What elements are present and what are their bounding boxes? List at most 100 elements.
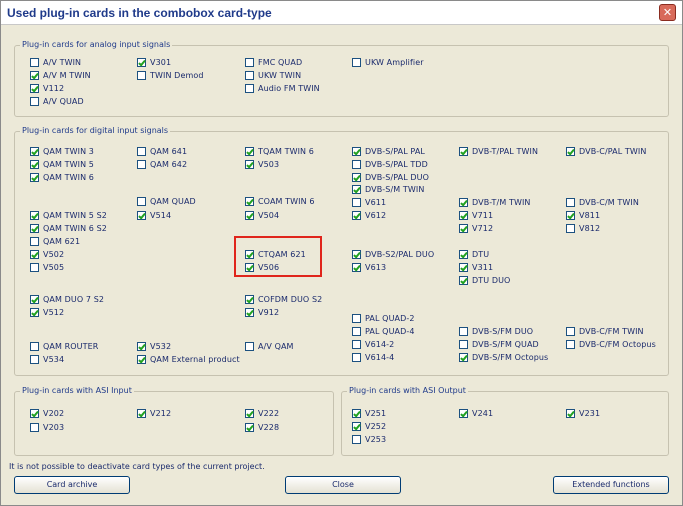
checkbox-box[interactable] — [352, 327, 361, 336]
checkbox-box[interactable] — [352, 422, 361, 431]
checkbox-box[interactable] — [30, 224, 39, 233]
checkbox-card[interactable]: DVB-S/PAL DUO — [352, 172, 429, 183]
checkbox-card[interactable]: PAL QUAD-4 — [352, 326, 415, 337]
checkbox-card[interactable]: V228 — [245, 422, 279, 433]
checkbox-box[interactable] — [245, 342, 254, 351]
checkbox-card[interactable]: V505 — [30, 262, 64, 273]
checkbox-card[interactable]: QAM TWIN 3 — [30, 146, 94, 157]
close-icon[interactable]: ✕ — [659, 4, 676, 21]
checkbox-box[interactable] — [245, 295, 254, 304]
checkbox-card[interactable]: V112 — [30, 83, 64, 94]
checkbox-card[interactable]: QAM QUAD — [137, 196, 196, 207]
checkbox-box[interactable] — [352, 211, 361, 220]
checkbox-card[interactable]: DVB-C/PAL TWIN — [566, 146, 646, 157]
checkbox-box[interactable] — [245, 409, 254, 418]
checkbox-box[interactable] — [459, 147, 468, 156]
checkbox-box[interactable] — [352, 173, 361, 182]
checkbox-card[interactable]: DTU — [459, 249, 489, 260]
checkbox-box[interactable] — [245, 58, 254, 67]
checkbox-box[interactable] — [245, 160, 254, 169]
checkbox-card[interactable]: UKW Amplifier — [352, 57, 424, 68]
checkbox-box[interactable] — [245, 84, 254, 93]
checkbox-card[interactable]: A/V TWIN — [30, 57, 81, 68]
checkbox-card[interactable]: V532 — [137, 341, 171, 352]
checkbox-card[interactable]: DTU DUO — [459, 275, 510, 286]
checkbox-card[interactable]: V512 — [30, 307, 64, 318]
checkbox-card[interactable]: V502 — [30, 249, 64, 260]
checkbox-box[interactable] — [566, 409, 575, 418]
checkbox-card[interactable]: DVB-S/FM Octopus — [459, 352, 548, 363]
checkbox-box[interactable] — [459, 198, 468, 207]
checkbox-card[interactable]: V614-2 — [352, 339, 394, 350]
checkbox-card[interactable]: COFDM DUO S2 — [245, 294, 322, 305]
checkbox-card[interactable]: V514 — [137, 210, 171, 221]
checkbox-box[interactable] — [566, 340, 575, 349]
checkbox-box[interactable] — [30, 84, 39, 93]
checkbox-box[interactable] — [245, 197, 254, 206]
close-button[interactable]: Close — [285, 476, 401, 494]
checkbox-box[interactable] — [30, 58, 39, 67]
checkbox-card[interactable]: DVB-S/M TWIN — [352, 184, 424, 195]
checkbox-box[interactable] — [566, 224, 575, 233]
checkbox-card[interactable]: V711 — [459, 210, 493, 221]
checkbox-box[interactable] — [352, 185, 361, 194]
checkbox-card[interactable]: V613 — [352, 262, 386, 273]
checkbox-card[interactable]: V301 — [137, 57, 171, 68]
checkbox-box[interactable] — [459, 276, 468, 285]
checkbox-box[interactable] — [459, 340, 468, 349]
checkbox-box[interactable] — [137, 342, 146, 351]
checkbox-card[interactable]: QAM TWIN 6 — [30, 172, 94, 183]
checkbox-card[interactable]: DVB-S/PAL TDD — [352, 159, 428, 170]
checkbox-card[interactable]: COAM TWIN 6 — [245, 196, 315, 207]
checkbox-box[interactable] — [245, 71, 254, 80]
checkbox-card[interactable]: V614-4 — [352, 352, 394, 363]
checkbox-card[interactable]: DVB-C/FM Octopus — [566, 339, 656, 350]
checkbox-card[interactable]: DVB-S/FM DUO — [459, 326, 533, 337]
checkbox-box[interactable] — [566, 147, 575, 156]
checkbox-card[interactable]: QAM TWIN 6 S2 — [30, 223, 107, 234]
checkbox-box[interactable] — [459, 353, 468, 362]
checkbox-box[interactable] — [30, 263, 39, 272]
checkbox-box[interactable] — [352, 58, 361, 67]
checkbox-card[interactable]: V611 — [352, 197, 386, 208]
checkbox-card[interactable]: V212 — [137, 408, 171, 419]
checkbox-card[interactable]: DVB-C/FM TWIN — [566, 326, 644, 337]
checkbox-box[interactable] — [30, 423, 39, 432]
checkbox-card[interactable]: QAM 642 — [137, 159, 187, 170]
checkbox-box[interactable] — [30, 211, 39, 220]
card-archive-button[interactable]: Card archive — [14, 476, 130, 494]
checkbox-card[interactable]: V251 — [352, 408, 386, 419]
checkbox-box[interactable] — [137, 197, 146, 206]
checkbox-box[interactable] — [245, 147, 254, 156]
checkbox-box[interactable] — [30, 97, 39, 106]
checkbox-card[interactable]: V912 — [245, 307, 279, 318]
checkbox-card[interactable]: V812 — [566, 223, 600, 234]
checkbox-card[interactable]: A/V QAM — [245, 341, 294, 352]
checkbox-card[interactable]: QAM External product — [137, 354, 240, 365]
checkbox-card[interactable]: V811 — [566, 210, 600, 221]
checkbox-card[interactable]: TWIN Demod — [137, 70, 204, 81]
checkbox-box[interactable] — [137, 355, 146, 364]
checkbox-box[interactable] — [245, 423, 254, 432]
checkbox-card[interactable]: V712 — [459, 223, 493, 234]
extended-functions-button[interactable]: Extended functions — [553, 476, 669, 494]
checkbox-box[interactable] — [352, 263, 361, 272]
checkbox-card[interactable]: A/V M TWIN — [30, 70, 91, 81]
checkbox-box[interactable] — [352, 353, 361, 362]
checkbox-card[interactable]: V222 — [245, 408, 279, 419]
checkbox-card[interactable]: V252 — [352, 421, 386, 432]
checkbox-card[interactable]: TQAM TWIN 6 — [245, 146, 314, 157]
checkbox-card[interactable]: PAL QUAD-2 — [352, 313, 415, 324]
checkbox-card[interactable]: QAM 641 — [137, 146, 187, 157]
checkbox-card[interactable]: V253 — [352, 434, 386, 445]
checkbox-box[interactable] — [30, 308, 39, 317]
checkbox-box[interactable] — [459, 263, 468, 272]
checkbox-box[interactable] — [459, 327, 468, 336]
checkbox-box[interactable] — [459, 224, 468, 233]
checkbox-box[interactable] — [137, 58, 146, 67]
checkbox-card[interactable]: V203 — [30, 422, 64, 433]
checkbox-card[interactable]: DVB-T/M TWIN — [459, 197, 531, 208]
checkbox-box[interactable] — [137, 211, 146, 220]
checkbox-card[interactable]: V241 — [459, 408, 493, 419]
checkbox-box[interactable] — [352, 250, 361, 259]
